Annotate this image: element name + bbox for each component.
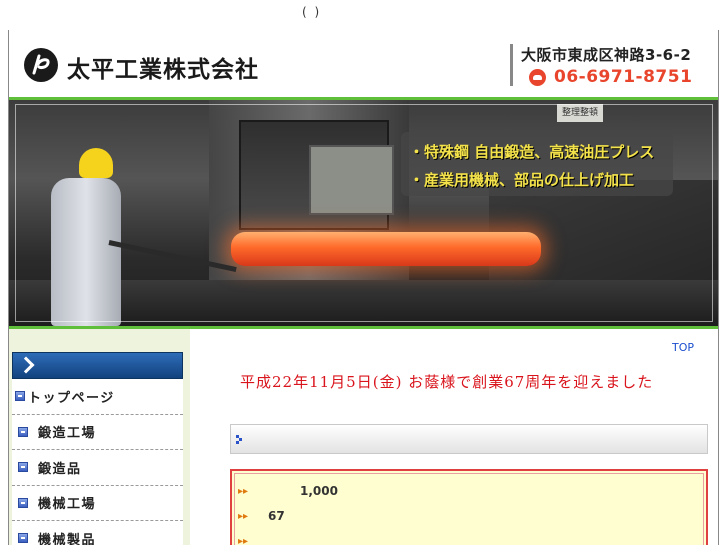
company-logo-icon[interactable]: [23, 47, 59, 83]
menu-bullet-icon: [15, 391, 25, 402]
hero-inner-frame: [15, 104, 713, 322]
sidebar-item-label: 鍛造品: [38, 461, 82, 477]
section-header-bar: [230, 424, 708, 454]
info-row: ▸▸: [238, 531, 268, 545]
hero-banner: 整理整頓 ・特殊鋼 自由鍛造、高速油圧プレス ・産業用機械、部品の仕上げ加工: [9, 100, 718, 326]
sidebar-item-label: 機械工場: [38, 497, 97, 513]
sidebar: トップページ 鍛造工場 鍛造品 機械工場 機械製品: [9, 329, 190, 545]
menu-bullet-icon: [18, 462, 28, 473]
sidebar-item-forged-products[interactable]: 鍛造品: [12, 450, 183, 486]
site-header: 太平工業株式会社 大阪市東成区神路3-6-2 06-6971-8751: [9, 30, 718, 97]
sidebar-header: [12, 352, 183, 379]
double-arrow-icon: ▸▸: [238, 510, 249, 522]
menu-bullet-icon: [18, 426, 28, 437]
chevron-right-icon: [17, 356, 35, 374]
anniversary-notice: 平成22年11月5日(金) お蔭様で創業67周年を迎えました: [240, 373, 654, 391]
sidebar-menu: トップページ 鍛造工場 鍛造品 機械工場 機械製品: [12, 379, 183, 545]
top-note: ( ): [302, 5, 322, 19]
address-divider: [510, 44, 513, 86]
sidebar-item-machine-products[interactable]: 機械製品: [12, 521, 183, 545]
telephone-number[interactable]: 06-6971-8751: [554, 67, 692, 87]
menu-bullet-icon: [18, 533, 28, 544]
top-link[interactable]: TOP: [672, 341, 694, 354]
telephone-row: 06-6971-8751: [529, 66, 692, 88]
sidebar-item-machine-factory[interactable]: 機械工場: [12, 485, 183, 521]
sidebar-item-label: 機械製品: [38, 532, 97, 545]
page-frame-right: [718, 30, 719, 545]
sidebar-item-label: トップページ: [28, 390, 115, 406]
info-value: 67: [268, 509, 285, 523]
main-content: TOP 平成22年11月5日(金) お蔭様で創業67周年を迎えました ▸▸ 1,…: [190, 329, 718, 545]
info-row: ▸▸ 1,000: [238, 481, 338, 501]
company-info-box: ▸▸ 1,000 ▸▸ 67 ▸▸: [230, 469, 708, 545]
info-value: 1,000: [300, 484, 338, 498]
double-arrow-icon: ▸▸: [238, 485, 249, 497]
double-arrow-icon: ▸▸: [238, 535, 249, 545]
section-marker-icon: [236, 435, 244, 444]
sidebar-item-label: 鍛造工場: [38, 426, 97, 442]
menu-bullet-icon: [18, 497, 28, 508]
telephone-icon: [529, 68, 546, 86]
sidebar-item-forging-factory[interactable]: 鍛造工場: [12, 414, 183, 450]
company-address: 大阪市東成区神路3-6-2: [521, 46, 692, 64]
info-row: ▸▸ 67: [238, 506, 285, 526]
company-name[interactable]: 太平工業株式会社: [67, 50, 259, 84]
sidebar-item-top-page[interactable]: トップページ: [12, 379, 183, 415]
